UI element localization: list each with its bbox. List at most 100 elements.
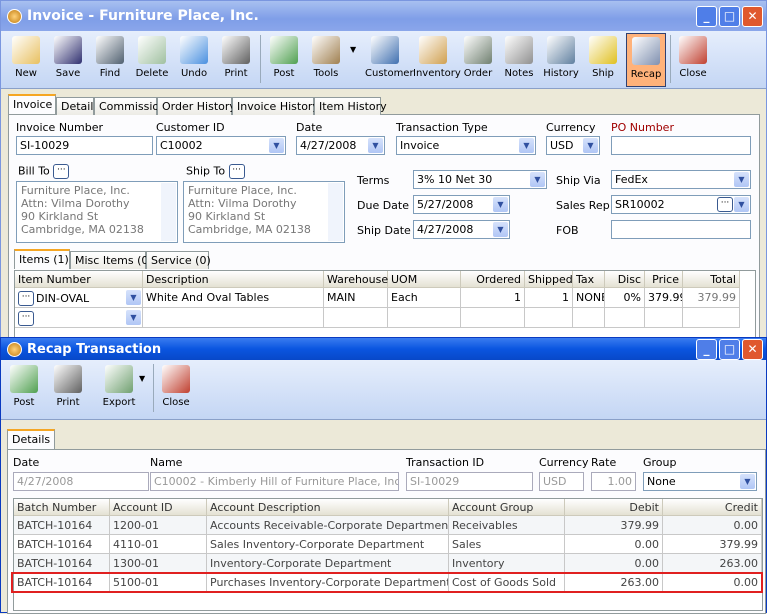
minimize-button[interactable]: _: [696, 338, 717, 360]
table-row[interactable]: BATCH-10164 4110-01 Sales Inventory-Corpor…: [14, 535, 762, 554]
scrollbar[interactable]: [161, 183, 176, 241]
chevron-down-icon[interactable]: ▼: [368, 138, 383, 153]
ship-date-picker[interactable]: 4/27/2008 ▼: [413, 220, 510, 239]
column-header-account-id[interactable]: Account ID: [110, 499, 207, 516]
column-header-batch-number[interactable]: Batch Number: [14, 499, 110, 516]
column-header-uom[interactable]: UOM: [388, 271, 461, 288]
cell-shipped[interactable]: [525, 308, 573, 328]
cell-warehouse[interactable]: [324, 308, 388, 328]
new-button[interactable]: New: [6, 33, 46, 87]
bill-to-address[interactable]: Furniture Place, Inc. Attn: Vilma Dorothy…: [16, 181, 178, 243]
dropdown-arrow-icon[interactable]: ▼: [139, 374, 145, 383]
recap-title-bar[interactable]: Recap Transaction _ □ ✕: [1, 338, 766, 360]
column-header-price[interactable]: Price: [645, 271, 683, 288]
currency-field[interactable]: USD: [539, 472, 584, 491]
table-row[interactable]: BATCH-10164 1200-01 Accounts Receivable-Co…: [14, 516, 762, 535]
cell-disc[interactable]: 0%: [605, 288, 645, 308]
ship-to-lookup-button[interactable]: ···: [228, 164, 245, 179]
cell-shipped[interactable]: 1: [525, 288, 573, 308]
tab-invoice[interactable]: Invoice: [8, 94, 56, 114]
column-header-total[interactable]: Total: [683, 271, 740, 288]
date-picker[interactable]: 4/27/2008 ▼: [296, 136, 385, 155]
close-button[interactable]: ✕: [742, 338, 763, 360]
chevron-down-icon[interactable]: ▼: [530, 172, 545, 187]
transaction-type-dropdown[interactable]: Invoice ▼: [396, 136, 536, 155]
close-button[interactable]: Close: [156, 362, 196, 416]
column-header-shipped[interactable]: Shipped: [525, 271, 573, 288]
chevron-down-icon[interactable]: ▼: [493, 222, 508, 237]
close-button[interactable]: ✕: [742, 5, 763, 27]
chevron-down-icon[interactable]: ▼: [269, 138, 284, 153]
find-button[interactable]: Find: [90, 33, 130, 87]
name-field[interactable]: C10002 - Kimberly Hill of Furniture Plac…: [150, 472, 399, 491]
tab-detail[interactable]: Detail: [56, 97, 94, 115]
delete-button[interactable]: Delete: [132, 33, 172, 87]
cell-item-number[interactable]: ··· DIN-OVAL ▼: [15, 288, 143, 308]
ship-via-dropdown[interactable]: FedEx ▼: [611, 170, 751, 189]
print-button[interactable]: Print: [48, 362, 88, 416]
column-header-account-description[interactable]: Account Description: [207, 499, 449, 516]
recap-button[interactable]: Recap: [626, 33, 666, 87]
currency-dropdown[interactable]: USD ▼: [546, 136, 600, 155]
chevron-down-icon[interactable]: ▼: [734, 197, 749, 212]
transaction-id-field[interactable]: SI-10029: [406, 472, 533, 491]
cell-tax[interactable]: NONE: [573, 288, 605, 308]
tab-service-0[interactable]: Service (0): [146, 251, 211, 269]
minimize-button[interactable]: _: [696, 5, 717, 27]
undo-button[interactable]: Undo: [174, 33, 214, 87]
post-button[interactable]: Post: [264, 33, 304, 87]
cell-tax[interactable]: [573, 308, 605, 328]
chevron-down-icon[interactable]: ▼: [126, 290, 141, 305]
column-header-description[interactable]: Description: [143, 271, 324, 288]
column-header-item-number[interactable]: Item Number: [15, 271, 143, 288]
cell-uom[interactable]: [388, 308, 461, 328]
group-dropdown[interactable]: None ▼: [643, 472, 757, 491]
history-button[interactable]: History: [541, 33, 581, 87]
export-button[interactable]: Export: [99, 362, 139, 416]
save-button[interactable]: Save: [48, 33, 88, 87]
customer-id-dropdown[interactable]: C10002 ▼: [156, 136, 286, 155]
chevron-down-icon[interactable]: ▼: [519, 138, 534, 153]
column-header-warehouse[interactable]: Warehouse: [324, 271, 388, 288]
order-button[interactable]: Order: [458, 33, 498, 87]
due-date-picker[interactable]: 5/27/2008 ▼: [413, 195, 510, 214]
rate-field[interactable]: 1.00: [591, 472, 636, 491]
close-button[interactable]: Close: [673, 33, 713, 87]
chevron-down-icon[interactable]: ▼: [583, 138, 598, 153]
chevron-down-icon[interactable]: ▼: [493, 197, 508, 212]
print-button[interactable]: Print: [216, 33, 256, 87]
cell-description[interactable]: White And Oval Tables: [143, 288, 324, 308]
cell-uom[interactable]: Each: [388, 288, 461, 308]
table-row[interactable]: BATCH-10164 1300-01 Inventory-Corporate De…: [14, 554, 762, 573]
tab-commission[interactable]: Commission: [94, 97, 166, 115]
po-number-field[interactable]: [611, 136, 751, 155]
invoice-number-field[interactable]: SI-10029: [16, 136, 153, 155]
tab-invoice-history[interactable]: Invoice History: [232, 97, 319, 115]
cell-disc[interactable]: [605, 308, 645, 328]
maximize-button[interactable]: □: [719, 338, 740, 360]
tab-items-1[interactable]: Items (1): [14, 249, 70, 269]
cell-warehouse[interactable]: MAIN: [324, 288, 388, 308]
chevron-down-icon[interactable]: ▼: [740, 474, 755, 489]
cell-item-number[interactable]: ··· ▼: [15, 308, 143, 328]
cell-ordered[interactable]: [461, 308, 525, 328]
fob-field[interactable]: [611, 220, 751, 239]
column-header-tax[interactable]: Tax: [573, 271, 605, 288]
tab-misc-items-0[interactable]: Misc Items (0): [70, 251, 153, 269]
item-lookup-button[interactable]: ···: [18, 311, 34, 326]
cell-price[interactable]: [645, 308, 683, 328]
tab-item-history[interactable]: Item History: [314, 97, 387, 115]
tools-button[interactable]: Tools: [306, 33, 346, 87]
tab-details[interactable]: Details: [7, 429, 56, 449]
ship-button[interactable]: Ship: [583, 33, 623, 87]
dropdown-arrow-icon[interactable]: ▼: [350, 45, 356, 54]
ship-to-address[interactable]: Furniture Place, Inc. Attn: Vilma Dorothy…: [183, 181, 345, 243]
column-header-credit[interactable]: Credit: [663, 499, 762, 516]
post-button[interactable]: Post: [4, 362, 44, 416]
bill-to-lookup-button[interactable]: ···: [53, 164, 70, 179]
cell-description[interactable]: [143, 308, 324, 328]
sales-rep-lookup-button[interactable]: ···: [717, 197, 733, 212]
scrollbar[interactable]: [328, 183, 343, 241]
item-lookup-button[interactable]: ···: [18, 291, 34, 306]
customer-button[interactable]: Customer: [365, 33, 414, 87]
